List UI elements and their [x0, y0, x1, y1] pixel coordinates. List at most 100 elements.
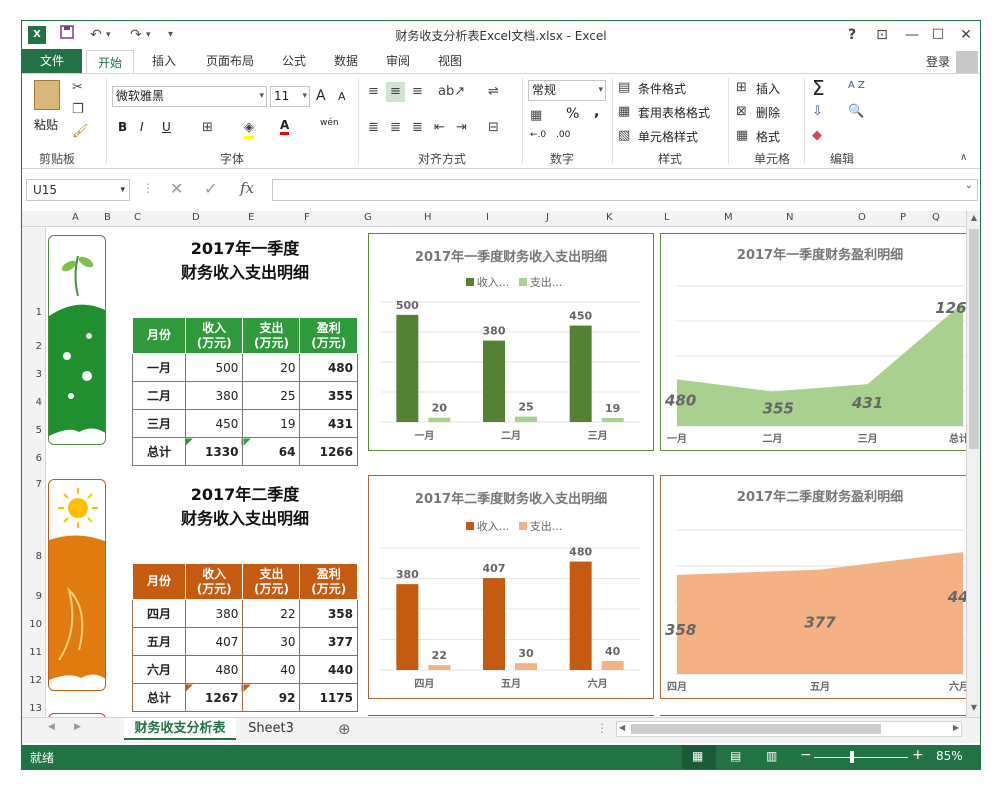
conditional-format-icon[interactable]: ▤ [618, 80, 630, 96]
q1-bar-chart[interactable]: 2017年一季度财务收入支出明细 收入... 支出... 500 20 一月 380 2… [368, 233, 654, 451]
row-header[interactable]: 1 [22, 307, 42, 318]
table-cell[interactable]: 64 [242, 437, 301, 466]
page-layout-view-icon[interactable]: ▤ [730, 749, 741, 763]
fill-color-icon[interactable]: ◈ [244, 120, 254, 139]
font-name-combo[interactable]: 微软雅黑 ▾ [112, 86, 267, 107]
column-header[interactable]: P [900, 212, 906, 223]
table-cell[interactable]: 1267 [184, 683, 244, 712]
table-cell[interactable]: 431 [299, 409, 358, 438]
row-header[interactable]: 4 [22, 397, 42, 408]
table-cell[interactable]: 440 [299, 655, 358, 684]
scroll-right-icon[interactable]: ▶ [953, 723, 959, 732]
zoom-out-button[interactable]: − [800, 747, 812, 763]
table-cell[interactable]: 五月 [132, 627, 186, 656]
zoom-in-button[interactable]: + [912, 747, 924, 763]
formula-input[interactable]: ⌄ [272, 179, 978, 201]
table-header-cell[interactable]: 收入 (万元) [184, 563, 244, 600]
tab-data[interactable]: 数据 [324, 49, 368, 73]
maximize-button[interactable]: ☐ [926, 24, 950, 46]
table-cell[interactable]: 380 [184, 381, 244, 410]
table-header-cell[interactable]: 支出 (万元) [242, 563, 301, 600]
tab-file[interactable]: 文件 [22, 49, 82, 73]
cut-icon[interactable]: ✂ [72, 80, 83, 96]
table-cell[interactable]: 1330 [184, 437, 244, 466]
name-box[interactable]: U15 ▾ [26, 179, 130, 201]
insert-cells-icon[interactable]: ⊞ [736, 80, 747, 96]
fill-icon[interactable]: ⇩ [812, 104, 823, 120]
formula-bar-drag-handle[interactable]: ⋮ [142, 181, 154, 195]
tab-formulas[interactable]: 公式 [272, 49, 316, 73]
format-cells-button[interactable]: 格式 [756, 128, 780, 145]
page-break-view-icon[interactable]: ▥ [766, 749, 777, 763]
scroll-left-icon[interactable]: ◀ [619, 723, 625, 732]
shrink-font-button[interactable]: A [338, 90, 346, 103]
paste-icon[interactable] [34, 80, 60, 110]
column-header[interactable]: N [786, 212, 793, 223]
table-cell[interactable]: 480 [299, 353, 358, 382]
prev-sheet-icon[interactable]: ◀ [48, 722, 55, 732]
scroll-down-icon[interactable]: ▼ [967, 703, 980, 712]
vertical-scrollbar[interactable]: ▲ ▼ [966, 211, 980, 717]
table-cell[interactable]: 六月 [132, 655, 186, 684]
column-header[interactable]: C [134, 212, 141, 223]
ribbon-display-button[interactable]: ⊡ [870, 24, 894, 46]
clear-icon[interactable]: ◆ [812, 128, 822, 144]
comma-button[interactable]: , [594, 104, 599, 120]
table-cell[interactable]: 二月 [132, 381, 186, 410]
column-header[interactable]: A [72, 212, 79, 223]
table-header-cell[interactable]: 月份 [132, 317, 186, 354]
collapse-ribbon-icon[interactable]: ∧ [960, 150, 967, 166]
merge-center-icon[interactable]: ⊟ [488, 120, 499, 136]
table-header-cell[interactable]: 支出 (万元) [242, 317, 301, 354]
tab-review[interactable]: 审阅 [376, 49, 420, 73]
row-header[interactable]: 8 [22, 551, 42, 562]
row-header[interactable]: 13 [22, 703, 42, 714]
scroll-thumb[interactable] [969, 229, 979, 449]
column-header[interactable]: Q [932, 212, 940, 223]
delete-cells-button[interactable]: 删除 [756, 104, 780, 121]
italic-button[interactable]: I [140, 120, 144, 134]
table-cell[interactable]: 25 [242, 381, 301, 410]
tab-insert[interactable]: 插入 [142, 49, 186, 73]
row-header[interactable]: 3 [22, 369, 42, 380]
worksheet-grid[interactable]: 2017年一季度 财务收入支出明细 月份 收入 (万元) 支出 (万元) 盈利 (万元… [46, 227, 966, 717]
accounting-format-icon[interactable]: ▦ [530, 108, 542, 124]
tab-split-handle[interactable]: ⋮ [596, 721, 608, 735]
orientation-icon[interactable]: ab↗ [438, 84, 465, 100]
zoom-slider-thumb[interactable] [850, 751, 854, 763]
align-right-icon[interactable]: ≣ [412, 120, 423, 136]
column-header[interactable]: O [858, 212, 866, 223]
table-cell[interactable]: 总计 [132, 437, 186, 466]
column-header[interactable]: K [606, 212, 613, 223]
underline-button[interactable]: U [162, 120, 171, 134]
grow-font-button[interactable]: A [316, 88, 326, 104]
align-top-icon[interactable]: ≡ [368, 84, 379, 100]
table-header-cell[interactable]: 收入 (万元) [184, 317, 244, 354]
insert-function-button[interactable]: fx [240, 179, 254, 197]
row-header[interactable]: 2 [22, 341, 42, 352]
row-header[interactable]: 6 [22, 453, 42, 464]
login-link[interactable]: 登录 [926, 53, 950, 70]
tab-view[interactable]: 视图 [428, 49, 472, 73]
table-header-cell[interactable]: 月份 [132, 563, 186, 600]
table-cell[interactable]: 1266 [299, 437, 358, 466]
table-cell[interactable]: 40 [242, 655, 301, 684]
conditional-format-button[interactable]: 条件格式 [638, 80, 686, 97]
borders-icon[interactable]: ⊞ [202, 120, 213, 136]
row-header[interactable]: 11 [22, 647, 42, 658]
table-cell[interactable]: 358 [299, 599, 358, 628]
help-button[interactable]: ? [840, 24, 864, 46]
row-header[interactable]: 12 [22, 675, 42, 686]
decrease-decimal-button[interactable]: .00 [556, 130, 570, 140]
table-cell[interactable]: 377 [299, 627, 358, 656]
table-cell[interactable]: 1175 [299, 683, 358, 712]
table-cell[interactable]: 407 [184, 627, 244, 656]
row-header[interactable]: 10 [22, 619, 42, 630]
column-header[interactable]: M [724, 212, 733, 223]
table-cell[interactable]: 500 [184, 353, 244, 382]
table-cell[interactable]: 380 [184, 599, 244, 628]
column-header[interactable]: I [486, 212, 489, 223]
add-sheet-button[interactable]: ⊕ [338, 720, 351, 738]
table-cell[interactable]: 22 [242, 599, 301, 628]
font-size-combo[interactable]: 11 ▾ [270, 86, 310, 107]
